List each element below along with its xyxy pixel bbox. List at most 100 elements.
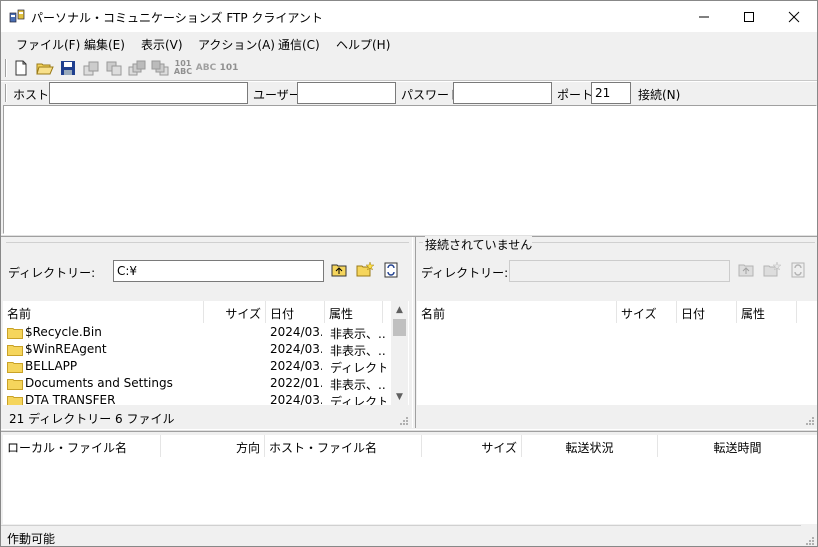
- new-document-icon: [15, 60, 27, 76]
- folder-icon: [7, 379, 23, 390]
- local-vertical-scrollbar[interactable]: ▲ ▼: [391, 301, 408, 405]
- download-all-icon: [151, 60, 169, 76]
- file-date: 2024/03...: [270, 325, 322, 339]
- new-folder-icon: [356, 261, 374, 277]
- transfer-col-host-file[interactable]: ホスト・ファイル名: [265, 435, 422, 457]
- vertical-splitter[interactable]: [412, 237, 416, 428]
- local-col-attr[interactable]: 属性: [325, 301, 383, 323]
- transfer-col-size[interactable]: サイズ: [422, 435, 522, 457]
- remote-group-border-right: [519, 242, 815, 243]
- menu-edit[interactable]: 編集(E): [84, 36, 125, 53]
- local-new-folder-button[interactable]: [355, 260, 375, 278]
- port-input[interactable]: 21: [591, 82, 631, 104]
- file-date: 2024/03...: [270, 359, 322, 373]
- local-col-name[interactable]: 名前: [3, 301, 204, 323]
- remote-new-folder-button[interactable]: [762, 260, 782, 278]
- folder-icon: [7, 345, 23, 356]
- parent-folder-icon: [738, 264, 754, 277]
- status-bar: 作動可能: [1, 525, 817, 547]
- remote-parent-dir-button[interactable]: [736, 261, 756, 279]
- remote-dir-input[interactable]: [509, 260, 730, 282]
- file-date: 2024/03...: [270, 342, 322, 356]
- local-group-border: [6, 242, 409, 243]
- download-all-button[interactable]: [150, 59, 170, 77]
- transfer-col-direction[interactable]: 方向: [161, 435, 265, 457]
- file-name: DTA TRANSFER: [25, 393, 116, 405]
- floppy-disk-icon: [61, 61, 75, 75]
- host-input[interactable]: [49, 82, 248, 104]
- transfer-col-local-file[interactable]: ローカル・ファイル名: [3, 435, 161, 457]
- remote-col-date[interactable]: 日付: [677, 301, 737, 323]
- menu-bar: ファイル(F) 編集(E) 表示(V) アクション(A) 通信(C) ヘルプ(H…: [1, 32, 817, 54]
- folder-icon: [7, 362, 23, 373]
- ascii-button[interactable]: ABC: [196, 59, 216, 77]
- remote-group-border-left: [419, 242, 423, 243]
- menu-communication[interactable]: 通信(C): [278, 36, 320, 53]
- remote-col-size[interactable]: サイズ: [617, 301, 677, 323]
- menu-file[interactable]: ファイル(F): [16, 36, 80, 53]
- file-date: 2024/03...: [270, 393, 322, 405]
- scroll-down-arrow-icon[interactable]: ▼: [391, 388, 408, 405]
- open-button[interactable]: [35, 59, 55, 77]
- upload-all-icon: [128, 60, 146, 76]
- open-folder-icon: [36, 63, 54, 75]
- title-bar: パーソナル・コミュニケーションズ FTP クライアント: [1, 1, 817, 32]
- file-attr: ディレクト...: [330, 361, 386, 375]
- binary-icon: 101: [219, 63, 239, 73]
- transfer-col-time[interactable]: 転送時間: [658, 435, 817, 457]
- local-parent-dir-button[interactable]: [329, 261, 349, 279]
- upload-files-icon: [83, 61, 99, 76]
- transfer-list[interactable]: ローカル・ファイル名 方向 ホスト・ファイル名 サイズ 転送状況 転送時間: [3, 435, 817, 524]
- window-resize-grip-icon[interactable]: [804, 535, 814, 545]
- menu-view[interactable]: 表示(V): [141, 36, 183, 53]
- local-col-date[interactable]: 日付: [266, 301, 325, 323]
- remote-col-attr[interactable]: 属性: [737, 301, 797, 323]
- scroll-thumb[interactable]: [393, 319, 406, 336]
- file-name: $Recycle.Bin: [25, 325, 102, 339]
- minimize-button[interactable]: [681, 1, 727, 32]
- new-folder-icon: [763, 261, 781, 277]
- download-files-icon: [106, 61, 122, 76]
- local-status: 21 ディレクトリー 6 ファイル: [9, 412, 175, 426]
- local-row[interactable]: $WinREAgent 2024/03... 非表示、...: [3, 341, 391, 358]
- maximize-button[interactable]: [726, 1, 772, 32]
- local-col-size[interactable]: サイズ: [204, 301, 266, 323]
- local-dir-input[interactable]: C:¥: [113, 260, 324, 282]
- horizontal-splitter-top[interactable]: [1, 234, 817, 237]
- close-button[interactable]: [771, 1, 817, 32]
- local-file-list[interactable]: 名前 サイズ 日付 属性 $Recycle.Bin 2024/03... 非表示…: [3, 301, 409, 405]
- binary-ascii-button[interactable]: 101 ABC: [173, 59, 193, 77]
- binary-button[interactable]: 101: [219, 59, 239, 77]
- host-label: ホスト:: [13, 88, 54, 102]
- remote-refresh-button[interactable]: [788, 261, 808, 279]
- upload-button[interactable]: [81, 59, 101, 77]
- upload-all-button[interactable]: [127, 59, 147, 77]
- scroll-up-arrow-icon[interactable]: ▲: [391, 301, 408, 318]
- local-refresh-button[interactable]: [381, 261, 401, 279]
- file-name: $WinREAgent: [25, 342, 107, 356]
- file-attr: 非表示、...: [330, 327, 386, 341]
- save-button[interactable]: [58, 59, 78, 77]
- new-button[interactable]: [11, 59, 31, 77]
- download-button[interactable]: [104, 59, 124, 77]
- transfer-col-status[interactable]: 転送状況: [522, 435, 658, 457]
- local-dir-label: ディレクトリー:: [8, 266, 96, 280]
- local-row[interactable]: BELLAPP 2024/03... ディレクト...: [3, 358, 391, 375]
- horizontal-splitter-bottom[interactable]: [1, 429, 817, 432]
- menu-action[interactable]: アクション(A): [198, 36, 275, 53]
- folder-icon: [7, 396, 23, 405]
- local-row[interactable]: $Recycle.Bin 2024/03... 非表示、...: [3, 324, 391, 341]
- local-row[interactable]: Documents and Settings 2022/01... 非表示、..…: [3, 375, 391, 392]
- remote-file-list[interactable]: 名前 サイズ 日付 属性: [417, 301, 817, 405]
- connect-button[interactable]: 接続(N): [638, 86, 680, 103]
- log-pane[interactable]: [3, 105, 817, 234]
- local-row[interactable]: DTA TRANSFER 2024/03... ディレクト...: [3, 392, 391, 405]
- password-input[interactable]: [453, 82, 552, 104]
- menu-help[interactable]: ヘルプ(H): [336, 36, 390, 53]
- resize-grip-icon: [400, 417, 408, 425]
- remote-col-name[interactable]: 名前: [417, 301, 617, 323]
- user-input[interactable]: [297, 82, 396, 104]
- ascii-icon: ABC: [195, 63, 217, 73]
- parent-folder-icon: [331, 264, 347, 277]
- refresh-icon: [791, 262, 805, 278]
